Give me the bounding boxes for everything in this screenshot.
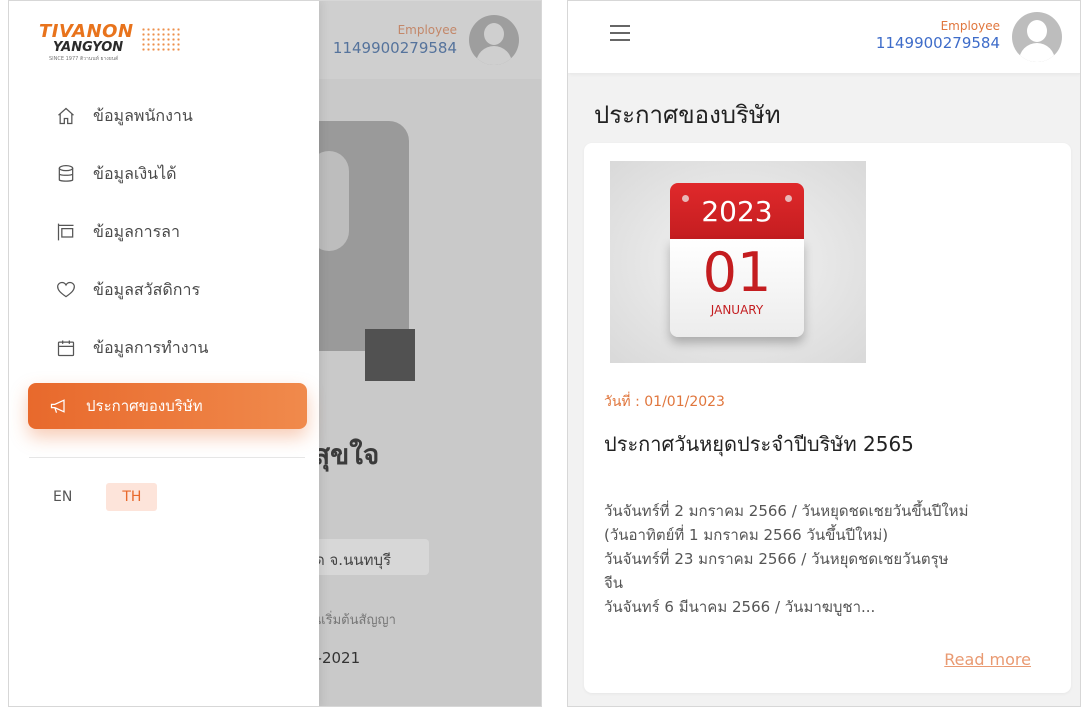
employee-info: Employee 1149900279584 bbox=[876, 19, 1000, 52]
app-header: Employee 1149900279584 bbox=[568, 1, 1080, 73]
drawer-menu: ข้อมูลพนักงาน ข้อมูลเงินได้ ข้อมูลการลา bbox=[9, 87, 319, 429]
announcement-thumbnail: 2023 01 JANUARY bbox=[610, 161, 866, 363]
language-th-button[interactable]: TH bbox=[106, 483, 158, 511]
right-phone-screen: Employee 1149900279584 ประกาศของบริษัท 2… bbox=[567, 0, 1081, 707]
menu-item-income-info[interactable]: ข้อมูลเงินได้ bbox=[9, 145, 319, 203]
hamburger-menu-icon[interactable] bbox=[610, 25, 630, 41]
employee-label: Employee bbox=[940, 19, 1000, 33]
calendar-icon: 2023 01 JANUARY bbox=[670, 183, 804, 337]
drawer-divider bbox=[29, 457, 305, 458]
menu-item-label: ข้อมูลการลา bbox=[93, 221, 180, 241]
left-phone-screen: Employee 1149900279584 สุขใจ ด จ.นนทบุรี… bbox=[8, 0, 542, 707]
calendar-month: JANUARY bbox=[710, 303, 764, 317]
dimmed-employee-id: 1149900279584 bbox=[332, 39, 457, 57]
calendar-day: 01 bbox=[702, 241, 772, 304]
announcement-title: ประกาศวันหยุดประจำปีบริษัท 2565 bbox=[604, 432, 914, 456]
announcement-date: วันที่ : 01/01/2023 bbox=[604, 394, 725, 410]
announcement-body: วันจันทร์ที่ 2 มกราคม 2566 / วันหยุดชดเช… bbox=[604, 499, 1059, 619]
language-en-button[interactable]: EN bbox=[43, 483, 82, 511]
menu-item-label: ข้อมูลพนักงาน bbox=[93, 105, 193, 125]
dimmed-block bbox=[365, 329, 415, 381]
dimmed-employee-label: Employee bbox=[397, 23, 457, 37]
heart-icon bbox=[55, 279, 77, 301]
announcement-card[interactable]: 2023 01 JANUARY วันที่ : 01/01/2023 ประก… bbox=[584, 143, 1071, 693]
menu-item-label: ข้อมูลการทำงาน bbox=[93, 337, 209, 357]
calendar-ring-right bbox=[785, 195, 792, 202]
calendar-ring-left bbox=[682, 195, 689, 202]
menu-item-employee-info[interactable]: ข้อมูลพนักงาน bbox=[9, 87, 319, 145]
menu-item-label: ประกาศของบริษัท bbox=[86, 397, 203, 415]
announcement-body-line: (วันอาทิตย์ที่ 1 มกราคม 2566 วันขึ้นปีให… bbox=[604, 526, 889, 544]
calendar-page: 01 JANUARY bbox=[670, 239, 804, 337]
announcement-body-line: จีน bbox=[604, 574, 624, 592]
database-icon bbox=[55, 163, 77, 185]
dimmed-avatar bbox=[469, 15, 519, 65]
page-title: ประกาศของบริษัท bbox=[594, 101, 781, 129]
announcement-body-line: วันจันทร์ที่ 2 มกราคม 2566 / วันหยุดชดเช… bbox=[604, 502, 969, 520]
announcement-body-line: วันจันทร์ที่ 23 มกราคม 2566 / วันหยุดชดเ… bbox=[604, 550, 949, 568]
signboard-icon bbox=[55, 221, 77, 243]
calendar-icon bbox=[55, 337, 77, 359]
menu-item-company-announcements[interactable]: ประกาศของบริษัท bbox=[28, 383, 307, 429]
screenshot-stage: Employee 1149900279584 สุขใจ ด จ.นนทบุรี… bbox=[0, 0, 1081, 707]
menu-item-leave-info[interactable]: ข้อมูลการลา bbox=[9, 203, 319, 261]
dimmed-employee-name: สุขใจ bbox=[313, 438, 380, 471]
language-switcher: EN TH bbox=[43, 483, 158, 511]
dimmed-employee-info: Employee 1149900279584 bbox=[333, 23, 457, 57]
megaphone-icon bbox=[48, 395, 70, 417]
navigation-drawer: TIVANON YANGYON SINCE 1977 ติวานนท์ ยางย… bbox=[9, 1, 319, 706]
logo-tagline: SINCE 1977 ติวานนท์ ยางยนต์ bbox=[49, 56, 119, 62]
avatar[interactable] bbox=[1012, 12, 1062, 62]
company-logo[interactable]: TIVANON YANGYON SINCE 1977 ติวานนท์ ยางย… bbox=[39, 21, 189, 69]
menu-item-work-info[interactable]: ข้อมูลการทำงาน bbox=[9, 319, 319, 377]
menu-item-label: ข้อมูลเงินได้ bbox=[93, 163, 177, 183]
announcement-body-line: วันจันทร์ 6 มีนาคม 2566 / วันมาฆบูชา... bbox=[604, 598, 876, 616]
employee-id: 1149900279584 bbox=[875, 34, 1000, 52]
logo-dots-icon bbox=[141, 27, 181, 53]
menu-item-welfare-info[interactable]: ข้อมูลสวัสดิการ bbox=[9, 261, 319, 319]
dimmed-province-field: ด จ.นนทบุรี bbox=[309, 539, 429, 575]
home-icon bbox=[55, 105, 77, 127]
calendar-year: 2023 bbox=[670, 183, 804, 239]
read-more-link[interactable]: Read more bbox=[944, 650, 1031, 669]
menu-item-label: ข้อมูลสวัสดิการ bbox=[93, 279, 201, 299]
